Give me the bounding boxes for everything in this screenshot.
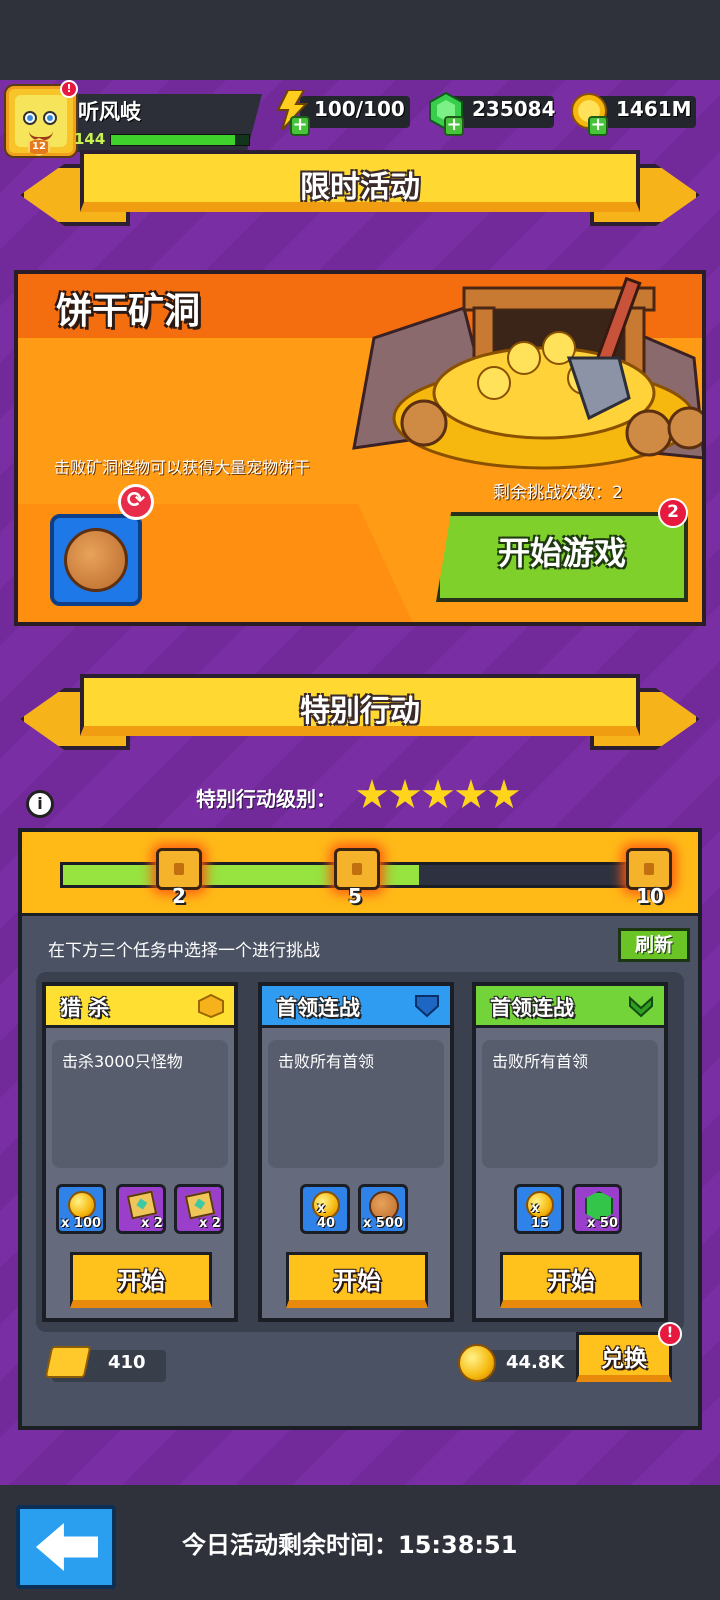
- task-header: 猎 杀: [46, 986, 234, 1028]
- reward-skill-book[interactable]: x 2: [116, 1184, 166, 1234]
- event-time-remaining: 今日活动剩余时间：15:38:51: [182, 1531, 518, 1559]
- task-card-hunt: 猎 杀 击杀3000只怪物 x 100 x 2 x 2 开始: [42, 982, 238, 1322]
- cookie-icon: [64, 528, 128, 592]
- coins-value: 1461M: [616, 97, 692, 121]
- task-name: 首领连战: [276, 996, 360, 1020]
- cookie-mine-event-card: 饼干矿洞 击败矿洞怪物可以获得大量宠物饼干 剩余挑战次数：2 ⟳ 开始游戏 2: [14, 270, 706, 626]
- cube-icon: [198, 994, 224, 1018]
- reward-coin[interactable]: x 15: [514, 1184, 564, 1234]
- task-instruction: 在下方三个任务中选择一个进行挑战: [48, 941, 320, 961]
- reward-quantity: x 40: [317, 1201, 336, 1231]
- back-button[interactable]: [16, 1505, 116, 1589]
- shield-icon: [415, 995, 439, 1018]
- avatar-eye: [23, 111, 37, 125]
- task-description-box: 击败所有首领: [268, 1040, 444, 1168]
- milestone-label: 10: [636, 884, 664, 908]
- arrow-left-icon: [36, 1523, 98, 1571]
- task-name: 首领连战: [490, 996, 574, 1020]
- special-op-rank-label: 特别行动级别：: [196, 787, 336, 811]
- start-game-label[interactable]: 开始游戏: [498, 528, 626, 574]
- task-description-box: 击败所有首领: [482, 1040, 658, 1168]
- add-energy-icon[interactable]: +: [290, 116, 310, 136]
- task-description: 击杀3000只怪物: [62, 1052, 183, 1071]
- reward-quantity: x 50: [587, 1216, 619, 1231]
- mine-illustration-icon: [352, 276, 702, 470]
- avatar-mouth: [29, 131, 53, 140]
- reward-gem[interactable]: x 50: [572, 1184, 622, 1234]
- exchange-button[interactable]: 兑换: [576, 1332, 672, 1382]
- task-description-box: 击杀3000只怪物: [52, 1040, 228, 1168]
- start-game-badge: 2: [658, 498, 688, 528]
- xp-bar-fill: [111, 135, 236, 145]
- event-title: 饼干矿洞: [56, 291, 201, 332]
- xp-bar: [110, 134, 250, 146]
- player-name: 听风岐: [78, 100, 141, 124]
- event-description: 击败矿洞怪物可以获得大量宠物饼干: [54, 458, 311, 477]
- ticket-count: 410: [108, 1352, 146, 1373]
- pet-cookie-slot[interactable]: [50, 514, 142, 606]
- exchange-label: 兑换: [601, 1346, 647, 1372]
- reward-cookie[interactable]: x 500: [358, 1184, 408, 1234]
- start-task-button[interactable]: 开始: [500, 1252, 642, 1308]
- special-op-banner-title: 特别行动: [300, 694, 420, 729]
- player-xp: 144: [74, 130, 106, 148]
- limited-event-banner: 限时活动: [20, 150, 700, 230]
- task-header: 首领连战: [476, 986, 664, 1028]
- avatar-eye: [43, 111, 57, 125]
- task-header: 首领连战: [262, 986, 450, 1028]
- reward-quantity: x 15: [531, 1201, 550, 1231]
- special-coin-icon: [458, 1344, 496, 1382]
- reward-quantity: x 2: [199, 1216, 221, 1231]
- energy-value: 100/100: [314, 97, 405, 121]
- avatar-alert-badge: !: [60, 80, 78, 98]
- coin-icon: [68, 1191, 96, 1219]
- limited-event-banner-title: 限时活动: [300, 170, 420, 205]
- info-icon[interactable]: i: [26, 790, 54, 818]
- task-description: 击败所有首领: [492, 1052, 589, 1071]
- start-task-label: 开始: [547, 1267, 595, 1295]
- milestone-label: 2: [172, 884, 186, 908]
- remaining-attempts: 剩余挑战次数：2: [493, 483, 623, 503]
- reward-quantity: x 100: [61, 1216, 102, 1231]
- task-card-boss-rush: 首领连战 击败所有首领 x 15 x 50 开始: [472, 982, 668, 1322]
- reward-coin[interactable]: x 40: [300, 1184, 350, 1234]
- milestone-label: 5: [348, 884, 362, 908]
- start-task-label: 开始: [117, 1267, 165, 1295]
- special-op-banner: 特别行动: [20, 674, 700, 754]
- chevron-down-icon: [629, 995, 653, 1018]
- exchange-coin-count: 44.8K: [506, 1352, 565, 1373]
- reward-quantity: x 500: [363, 1216, 404, 1231]
- refresh-icon[interactable]: ⟳: [118, 484, 154, 520]
- special-op-panel: 2 5 10 在下方三个任务中选择一个进行挑战 刷新 猎 杀 击杀3000只怪物…: [18, 828, 702, 1430]
- reward-coin[interactable]: x 100: [56, 1184, 106, 1234]
- add-gems-icon[interactable]: +: [444, 116, 464, 136]
- add-coins-icon[interactable]: +: [588, 116, 608, 136]
- start-task-button[interactable]: 开始: [286, 1252, 428, 1308]
- gems-value: 235084: [472, 97, 556, 121]
- start-task-button[interactable]: 开始: [70, 1252, 212, 1308]
- task-name: 猎 杀: [60, 996, 110, 1020]
- task-description: 击败所有首领: [278, 1052, 375, 1071]
- ticket-icon: [44, 1346, 92, 1378]
- task-card-boss-rush: 首领连战 击败所有首领 x 40 x 500 开始: [258, 982, 454, 1322]
- start-task-label: 开始: [333, 1267, 381, 1295]
- milestone-progress-area: 2 5 10: [22, 832, 698, 916]
- refresh-tasks-button[interactable]: 刷新: [618, 928, 690, 962]
- reward-skill-book[interactable]: x 2: [174, 1184, 224, 1234]
- reward-quantity: x 2: [141, 1216, 163, 1231]
- exchange-alert-badge: !: [658, 1322, 682, 1346]
